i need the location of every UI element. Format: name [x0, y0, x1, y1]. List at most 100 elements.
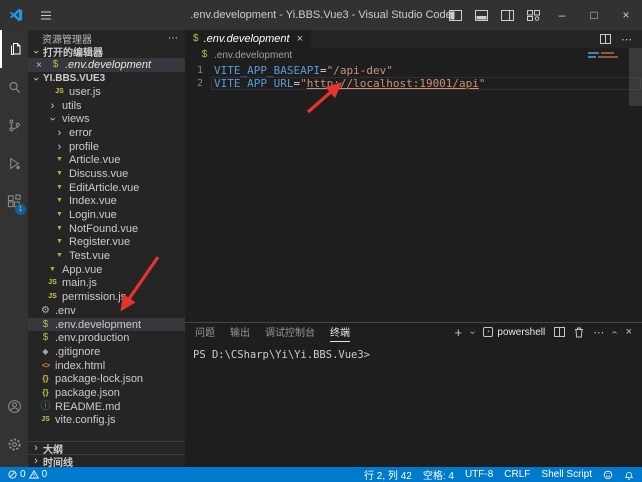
vue-icon: ▼	[54, 196, 65, 206]
tree-file-row[interactable]: $.env.production	[28, 331, 185, 345]
tree-file-row[interactable]: JSuser.js	[28, 85, 185, 99]
search-icon[interactable]	[0, 68, 28, 106]
tree-file-row[interactable]: ▼EditArticle.vue	[28, 181, 185, 195]
tree-item-label: Register.vue	[69, 236, 130, 248]
tab-bar: $ .env.development × ⋯	[185, 30, 642, 48]
extensions-icon[interactable]: 1	[0, 182, 28, 220]
editor-tab[interactable]: $ .env.development ×	[185, 30, 311, 48]
panel-tab-item[interactable]: 调试控制台	[265, 322, 315, 342]
explorer-icon[interactable]	[0, 30, 28, 68]
warnings-indicator[interactable]: 0	[29, 469, 48, 480]
tree-file-row[interactable]: ⓘREADME.md	[28, 400, 185, 414]
tree-file-row[interactable]: {}package-lock.json	[28, 372, 185, 386]
status-item[interactable]: CRLF	[504, 469, 530, 480]
terminal-prompt: PS D:\CSharp\Yi\Yi.BBS.Vue3>	[193, 349, 370, 361]
open-editor-item[interactable]: × $ .env.development	[28, 58, 185, 72]
account-icon[interactable]	[0, 387, 28, 425]
gear-icon: ⚙	[40, 306, 51, 316]
tree-folder-row[interactable]: ›error	[28, 126, 185, 140]
tree-folder-row[interactable]: ›utils	[28, 99, 185, 113]
status-item[interactable]: 行 2, 列 42	[364, 467, 412, 482]
dollar-icon: $	[40, 320, 51, 330]
tree-folder-row[interactable]: ›views	[28, 112, 185, 126]
status-item[interactable]: UTF-8	[465, 469, 493, 480]
more-actions-icon[interactable]: ⋯	[168, 33, 179, 44]
status-item[interactable]: 空格: 4	[423, 467, 454, 482]
editor-more-actions-icon[interactable]: ⋯	[621, 33, 632, 46]
new-terminal-icon[interactable]: +	[454, 325, 462, 340]
split-editor-icon[interactable]	[600, 34, 611, 44]
tree-file-row[interactable]: ▼App.vue	[28, 263, 185, 277]
js-icon: JS	[47, 278, 58, 288]
open-editors-section[interactable]: › 打开的编辑器	[28, 45, 185, 58]
info-icon: ⓘ	[40, 402, 51, 412]
terminal-shell-item[interactable]: › powershell	[483, 327, 545, 338]
split-terminal-icon[interactable]	[554, 327, 565, 337]
activity-bar: 1	[0, 30, 28, 467]
code-token-link[interactable]: http://localhost:19001/api	[307, 77, 479, 90]
kill-terminal-icon[interactable]	[574, 327, 584, 338]
run-debug-icon[interactable]	[0, 144, 28, 182]
tree-file-row[interactable]: ▼Login.vue	[28, 208, 185, 222]
vscode-logo-icon	[9, 8, 23, 22]
close-panel-icon[interactable]: ×	[626, 326, 632, 338]
terminal-output[interactable]: PS D:\CSharp\Yi\Yi.BBS.Vue3>	[185, 341, 642, 467]
toggle-secondary-sidebar-icon[interactable]	[494, 0, 520, 30]
close-icon[interactable]: ×	[36, 60, 46, 71]
tree-item-label: Article.vue	[69, 154, 120, 166]
maximize-panel-icon[interactable]: ›	[609, 330, 620, 333]
panel-tab-item[interactable]: 输出	[230, 322, 250, 342]
maximize-button[interactable]: □	[578, 0, 610, 30]
tab-close-icon[interactable]: ×	[297, 33, 303, 45]
tree-file-row[interactable]: ▼NotFound.vue	[28, 222, 185, 236]
minimap[interactable]	[588, 52, 624, 60]
tree-folder-row[interactable]: ›profile	[28, 140, 185, 154]
errors-indicator[interactable]: 0	[8, 469, 26, 480]
outline-section[interactable]: › 大纲	[28, 441, 185, 454]
open-editors-label: 打开的编辑器	[43, 44, 103, 59]
tree-file-row[interactable]: <>index.html	[28, 359, 185, 373]
tree-file-row[interactable]: JSvite.config.js	[28, 414, 185, 428]
code-line[interactable]: 1VITE_APP_BASEAPI="/api-dev"	[185, 64, 642, 77]
settings-gear-icon[interactable]	[0, 425, 28, 463]
code-line[interactable]: 2VITE_APP_URL="http://localhost:19001/ap…	[185, 77, 642, 90]
menu-icon[interactable]	[33, 10, 59, 21]
customize-layout-icon[interactable]	[520, 0, 546, 30]
tree-file-row[interactable]: ▼ Register.vue	[28, 236, 185, 250]
minimize-button[interactable]: –	[546, 0, 578, 30]
chevron-down-icon: ›	[30, 74, 42, 84]
tree-file-row[interactable]: $.env.development	[28, 318, 185, 332]
json-icon: {}	[40, 388, 51, 398]
panel-tab-item[interactable]: 问题	[195, 322, 215, 342]
source-control-icon[interactable]	[0, 106, 28, 144]
notifications-bell-icon[interactable]	[624, 470, 634, 480]
vue-icon: ▼	[54, 237, 65, 247]
tree-file-row[interactable]: JSpermission.js	[28, 290, 185, 304]
tree-file-row[interactable]: ▼Article.vue	[28, 153, 185, 167]
code-editor[interactable]: 1VITE_APP_BASEAPI="/api-dev"2VITE_APP_UR…	[185, 62, 642, 322]
tree-file-row[interactable]: {}package.json	[28, 386, 185, 400]
status-item[interactable]: Shell Script	[541, 469, 592, 480]
tree-file-row[interactable]: ◆.gitignore	[28, 345, 185, 359]
toggle-sidebar-icon[interactable]	[442, 0, 468, 30]
extensions-badge: 1	[15, 204, 26, 215]
tree-item-label: permission.js	[62, 291, 126, 303]
toggle-panel-icon[interactable]	[468, 0, 494, 30]
close-button[interactable]: ×	[610, 0, 642, 30]
chevron-down-icon[interactable]: ›	[467, 330, 478, 333]
tree-file-row[interactable]: JSmain.js	[28, 277, 185, 291]
line-number: 1	[185, 65, 203, 76]
breadcrumb[interactable]: $ .env.development	[185, 48, 642, 62]
editor-scrollbar[interactable]	[629, 48, 642, 106]
tree-file-row[interactable]: ▼Index.vue	[28, 195, 185, 209]
timeline-section[interactable]: › 时间线	[28, 454, 185, 467]
tree-file-row[interactable]: ▼Test.vue	[28, 249, 185, 263]
feedback-icon[interactable]	[603, 470, 613, 480]
project-section[interactable]: › YI.BBS.VUE3	[28, 72, 185, 85]
tree-file-row[interactable]: ▼Discuss.vue	[28, 167, 185, 181]
panel-tab-active[interactable]: 终端	[330, 322, 350, 342]
tree-item-label: index.html	[55, 360, 105, 372]
panel-more-actions-icon[interactable]: ⋯	[593, 326, 604, 339]
tree-file-row[interactable]: ⚙.env	[28, 304, 185, 318]
warning-count: 0	[42, 469, 48, 480]
